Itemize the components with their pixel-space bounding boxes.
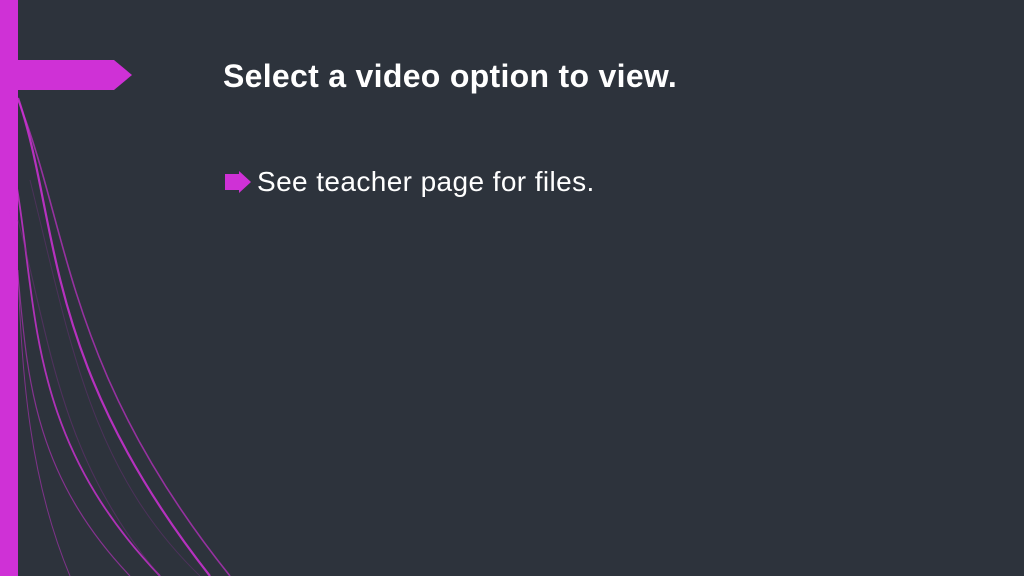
title-accent-arrow-bar <box>0 60 114 90</box>
bullet-item: See teacher page for files. <box>225 166 595 198</box>
title-accent-arrow-tip <box>114 60 132 90</box>
bullet-text: See teacher page for files. <box>257 166 595 198</box>
slide-title: Select a video option to view. <box>223 58 677 95</box>
arrow-bullet-icon <box>225 171 251 193</box>
